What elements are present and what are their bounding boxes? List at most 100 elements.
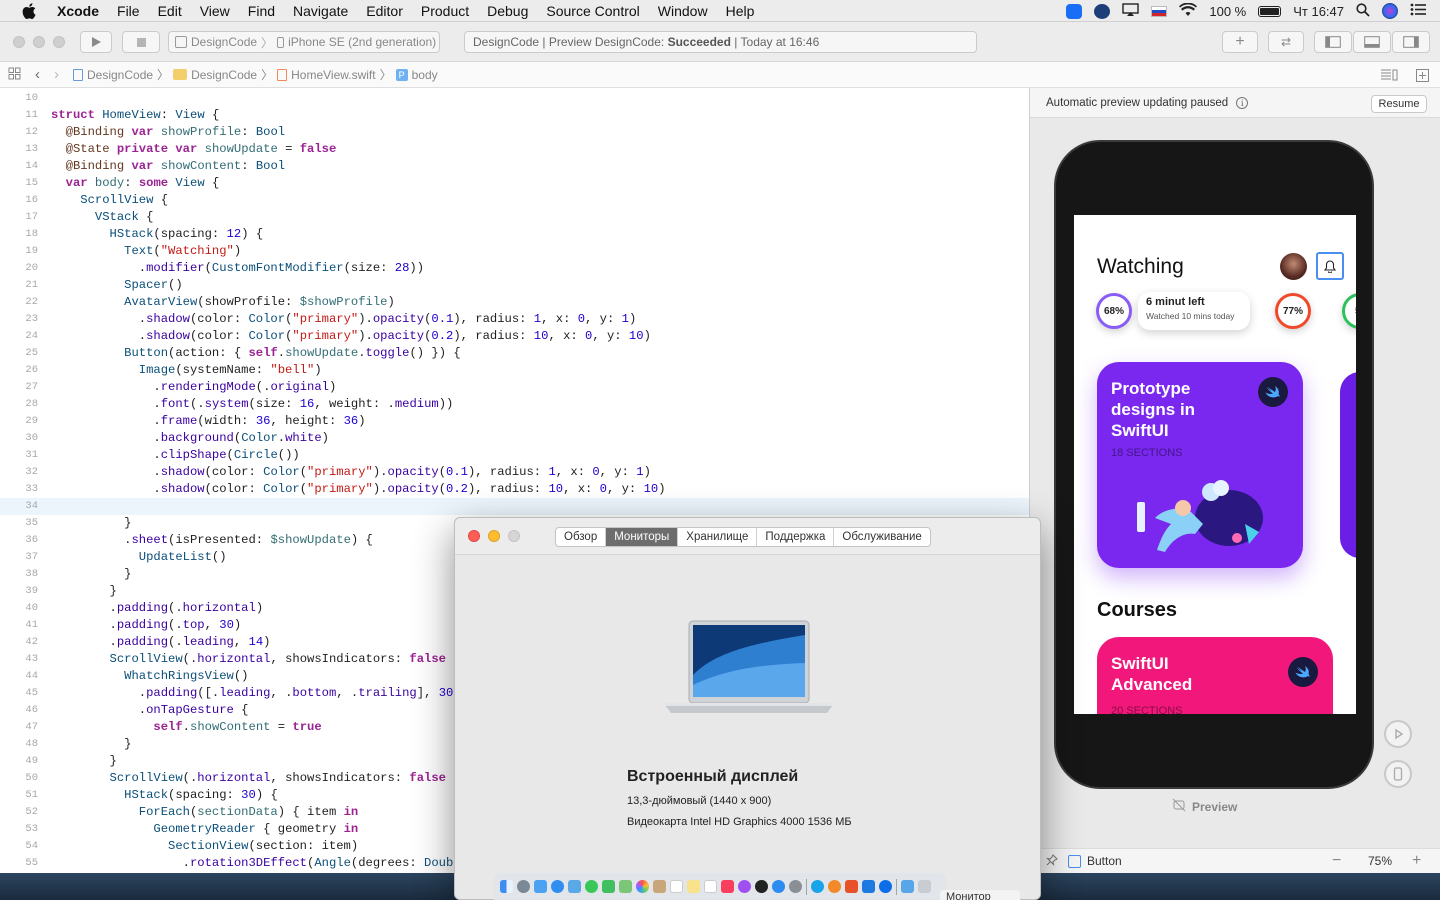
line-number[interactable]: 33 (0, 481, 38, 498)
line-number[interactable]: 19 (0, 243, 38, 260)
tab-storage[interactable]: Хранилище (677, 528, 756, 546)
podcasts-icon[interactable] (738, 880, 751, 893)
line-number[interactable]: 23 (0, 311, 38, 328)
line-number[interactable]: 49 (0, 753, 38, 770)
xcode-icon[interactable] (862, 880, 875, 893)
resume-button[interactable]: Resume (1371, 95, 1427, 113)
line-number[interactable]: 24 (0, 328, 38, 345)
code-line[interactable]: 14 @Binding var showContent: Bool (0, 158, 1029, 175)
progress-ring[interactable]: 68% (1096, 293, 1132, 329)
line-number[interactable]: 18 (0, 226, 38, 243)
line-number[interactable]: 31 (0, 447, 38, 464)
safari-icon[interactable] (551, 880, 564, 893)
menu-window[interactable]: Window (649, 3, 717, 19)
line-number[interactable]: 21 (0, 277, 38, 294)
library-button[interactable]: + (1222, 31, 1258, 53)
tab-support[interactable]: Поддержка (756, 528, 833, 546)
code-line[interactable]: 28 .font(.system(size: 16, weight: .medi… (0, 396, 1029, 413)
music-icon[interactable] (721, 880, 734, 893)
siri-icon[interactable] (1382, 3, 1398, 19)
code-review-button[interactable]: ⇄ (1268, 31, 1304, 53)
course-card[interactable]: SwiftUI Advanced 20 SECTIONS (1097, 637, 1333, 714)
menu-find[interactable]: Find (239, 3, 284, 19)
russian-flag-icon[interactable] (1151, 5, 1168, 17)
menu-navigate[interactable]: Navigate (284, 3, 357, 19)
code-line[interactable]: 26 Image(systemName: "bell") (0, 362, 1029, 379)
line-number[interactable]: 30 (0, 430, 38, 447)
device-screen[interactable]: Watching 68% 6 minut left Watched 10 min… (1074, 215, 1356, 714)
toggle-inspector-button[interactable] (1392, 31, 1430, 53)
zoom-in-button[interactable]: + (1412, 852, 1421, 870)
code-line[interactable]: 27 .renderingMode(.original) (0, 379, 1029, 396)
forward-arrow-icon[interactable]: › (54, 66, 59, 83)
clock[interactable]: Чт 16:47 (1293, 4, 1344, 19)
line-number[interactable]: 52 (0, 804, 38, 821)
line-number[interactable]: 13 (0, 141, 38, 158)
notification-center-icon[interactable] (1410, 3, 1426, 19)
code-line[interactable]: 29 .frame(width: 36, height: 36) (0, 413, 1029, 430)
line-number[interactable]: 55 (0, 855, 38, 872)
related-items-icon[interactable] (8, 67, 21, 83)
progress-ring[interactable]: 77% (1275, 293, 1311, 329)
line-number[interactable]: 51 (0, 787, 38, 804)
progress-ring-partial[interactable]: 5 (1342, 293, 1356, 329)
calendar-icon[interactable] (670, 880, 683, 893)
code-line[interactable]: 15 var body: some View { (0, 175, 1029, 192)
line-number[interactable]: 36 (0, 532, 38, 549)
downloads-icon[interactable] (901, 880, 914, 893)
preview-app-icon[interactable] (568, 880, 581, 893)
editor-options-icon[interactable] (1380, 69, 1398, 84)
finder-icon[interactable] (500, 880, 513, 893)
line-number[interactable]: 15 (0, 175, 38, 192)
course-card[interactable]: Prototype designs in SwiftUI 18 SECTIONS (1097, 362, 1303, 568)
watch-time-card[interactable]: 6 minut left Watched 10 mins today (1138, 292, 1250, 330)
mail-icon[interactable] (534, 880, 547, 893)
line-number[interactable]: 40 (0, 600, 38, 617)
code-line[interactable]: 22 AvatarView(showProfile: $showProfile) (0, 294, 1029, 311)
reminders-icon[interactable] (704, 880, 717, 893)
menu-file[interactable]: File (108, 3, 149, 19)
line-number[interactable]: 16 (0, 192, 38, 209)
photos-icon[interactable] (636, 880, 649, 893)
line-number[interactable]: 10 (0, 90, 38, 107)
line-number[interactable]: 32 (0, 464, 38, 481)
line-number[interactable]: 12 (0, 124, 38, 141)
zoom-window-button[interactable] (53, 36, 65, 48)
back-arrow-icon[interactable]: ‹ (35, 66, 40, 83)
close-window-button[interactable] (468, 530, 480, 542)
skype-icon[interactable] (811, 880, 824, 893)
code-line[interactable]: 12 @Binding var showProfile: Bool (0, 124, 1029, 141)
line-number[interactable]: 46 (0, 702, 38, 719)
code-line[interactable]: 11 struct HomeView: View { (0, 107, 1029, 124)
battery-icon[interactable] (1258, 5, 1282, 17)
line-number[interactable]: 48 (0, 736, 38, 753)
bell-button[interactable] (1316, 252, 1344, 280)
code-line[interactable]: 24 .shadow(color: Color("primary").opaci… (0, 328, 1029, 345)
code-line[interactable]: 25 Button(action: { self.showUpdate.togg… (0, 345, 1029, 362)
tab-displays[interactable]: Мониторы (605, 528, 678, 546)
wifi-icon[interactable] (1179, 2, 1198, 20)
line-number[interactable]: 45 (0, 685, 38, 702)
line-number[interactable]: 28 (0, 396, 38, 413)
breadcrumb-symbol[interactable]: Pbody (395, 68, 438, 82)
minimize-window-button[interactable] (33, 36, 45, 48)
selected-view-name[interactable]: Button (1087, 854, 1122, 868)
code-line[interactable]: 31 .clipShape(Circle()) (0, 447, 1029, 464)
airplay-icon[interactable] (1122, 2, 1140, 20)
app-icon[interactable] (828, 880, 841, 893)
line-number[interactable]: 44 (0, 668, 38, 685)
code-line[interactable]: 21 Spacer() (0, 277, 1029, 294)
line-number[interactable]: 54 (0, 838, 38, 855)
line-number[interactable]: 50 (0, 770, 38, 787)
code-line[interactable]: 13 @State private var showUpdate = false (0, 141, 1029, 158)
menu-edit[interactable]: Edit (149, 3, 191, 19)
code-line[interactable]: 34 (0, 498, 1029, 515)
line-number[interactable]: 39 (0, 583, 38, 600)
tab-service[interactable]: Обслуживание (833, 528, 929, 546)
code-line[interactable]: 30 .background(Color.white) (0, 430, 1029, 447)
teamviewer-icon[interactable] (1066, 3, 1083, 19)
code-line[interactable]: 16 ScrollView { (0, 192, 1029, 209)
info-icon[interactable]: i (1236, 96, 1249, 109)
line-number[interactable]: 53 (0, 821, 38, 838)
line-number[interactable]: 22 (0, 294, 38, 311)
